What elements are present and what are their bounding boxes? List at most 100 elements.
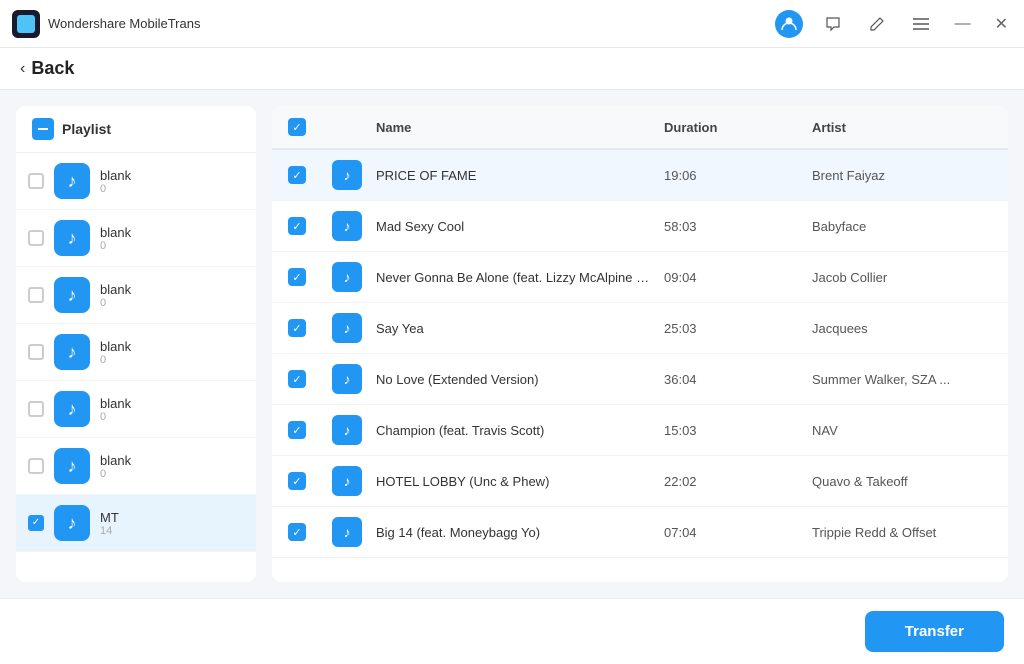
sidebar-item[interactable]: ♪ MT 14 (16, 495, 256, 552)
music-note-icon: ♪ (68, 171, 77, 192)
track-header: Name Duration Artist (272, 106, 1008, 150)
app-icon (12, 10, 40, 38)
track-list: ♪ PRICE OF FAME 19:06 Brent Faiyaz ♪ Mad… (272, 150, 1008, 582)
track-name: Mad Sexy Cool (376, 219, 656, 234)
edit-button[interactable] (863, 10, 891, 38)
track-icon: ♪ (332, 313, 362, 343)
title-bar-controls: — ✕ (775, 10, 1012, 38)
col-duration: Duration (664, 120, 804, 135)
transfer-button[interactable]: Transfer (865, 611, 1004, 652)
track-checkbox[interactable] (288, 523, 306, 541)
track-row[interactable]: ♪ No Love (Extended Version) 36:04 Summe… (272, 354, 1008, 405)
sidebar-item-name: MT (100, 510, 244, 525)
back-label[interactable]: Back (31, 58, 74, 79)
sidebar-item-count: 0 (100, 468, 244, 480)
menu-button[interactable] (907, 10, 935, 38)
track-duration: 19:06 (664, 168, 804, 183)
sidebar-item-count: 0 (100, 240, 244, 252)
sidebar-item-info: blank 0 (100, 225, 244, 252)
sidebar-item-icon: ♪ (54, 163, 90, 199)
track-checkbox[interactable] (288, 472, 306, 490)
track-artist: Summer Walker, SZA ... (812, 372, 992, 387)
track-icon: ♪ (332, 160, 362, 190)
music-note-icon: ♪ (344, 524, 351, 540)
sidebar-item-checkbox[interactable] (28, 344, 44, 360)
track-checkbox[interactable] (288, 268, 306, 286)
header-check-all[interactable] (288, 118, 306, 136)
sidebar-item-checkbox[interactable] (28, 287, 44, 303)
app-title: Wondershare MobileTrans (48, 16, 200, 31)
minimize-button[interactable]: — (951, 11, 975, 37)
track-row[interactable]: ♪ Big 14 (feat. Moneybagg Yo) 07:04 Trip… (272, 507, 1008, 558)
track-duration: 09:04 (664, 270, 804, 285)
sidebar-item-name: blank (100, 168, 244, 183)
track-checkbox[interactable] (288, 319, 306, 337)
sidebar-item-info: blank 0 (100, 168, 244, 195)
track-name: Big 14 (feat. Moneybagg Yo) (376, 525, 656, 540)
sidebar-header: Playlist (16, 106, 256, 153)
music-note-icon: ♪ (68, 456, 77, 477)
track-artist: Jacob Collier (812, 270, 992, 285)
sidebar-item[interactable]: ♪ blank 0 (16, 381, 256, 438)
sidebar-item-name: blank (100, 339, 244, 354)
music-note-icon: ♪ (68, 285, 77, 306)
back-arrow-icon[interactable]: ‹ (20, 60, 25, 78)
sidebar: Playlist ♪ blank 0 ♪ blank 0 ♪ blank 0 (16, 106, 256, 582)
track-icon: ♪ (332, 262, 362, 292)
sidebar-item-name: blank (100, 396, 244, 411)
track-artist: NAV (812, 423, 992, 438)
sidebar-item-count: 14 (100, 525, 244, 537)
minus-icon (38, 128, 48, 130)
title-bar: Wondershare MobileTrans — ✕ (0, 0, 1024, 48)
music-note-icon: ♪ (344, 320, 351, 336)
track-icon: ♪ (332, 415, 362, 445)
close-button[interactable]: ✕ (991, 10, 1012, 38)
track-checkbox[interactable] (288, 421, 306, 439)
track-checkbox[interactable] (288, 217, 306, 235)
track-row[interactable]: ♪ Mad Sexy Cool 58:03 Babyface (272, 201, 1008, 252)
sidebar-item[interactable]: ♪ blank 0 (16, 153, 256, 210)
sidebar-item-info: blank 0 (100, 339, 244, 366)
sidebar-item-name: blank (100, 225, 244, 240)
sidebar-item-checkbox[interactable] (28, 458, 44, 474)
sidebar-item[interactable]: ♪ blank 0 (16, 438, 256, 495)
sidebar-item-info: blank 0 (100, 396, 244, 423)
sidebar-item[interactable]: ♪ blank 0 (16, 324, 256, 381)
track-row[interactable]: ♪ Champion (feat. Travis Scott) 15:03 NA… (272, 405, 1008, 456)
sidebar-item-icon: ♪ (54, 334, 90, 370)
track-row[interactable]: ♪ PRICE OF FAME 19:06 Brent Faiyaz (272, 150, 1008, 201)
playlist-header-icon (32, 118, 54, 140)
col-artist: Artist (812, 120, 992, 135)
sidebar-item-checkbox[interactable] (28, 401, 44, 417)
track-name: Say Yea (376, 321, 656, 336)
track-artist: Trippie Redd & Offset (812, 525, 992, 540)
track-panel: Name Duration Artist ♪ PRICE OF FAME 19:… (272, 106, 1008, 582)
sidebar-item-checkbox[interactable] (28, 515, 44, 531)
sidebar-item[interactable]: ♪ blank 0 (16, 267, 256, 324)
track-icon: ♪ (332, 211, 362, 241)
track-name: PRICE OF FAME (376, 168, 656, 183)
track-checkbox[interactable] (288, 166, 306, 184)
sidebar-item-checkbox[interactable] (28, 230, 44, 246)
track-name: No Love (Extended Version) (376, 372, 656, 387)
track-row[interactable]: ♪ HOTEL LOBBY (Unc & Phew) 22:02 Quavo &… (272, 456, 1008, 507)
track-artist: Brent Faiyaz (812, 168, 992, 183)
track-name: HOTEL LOBBY (Unc & Phew) (376, 474, 656, 489)
sidebar-item[interactable]: ♪ blank 0 (16, 210, 256, 267)
track-checkbox[interactable] (288, 370, 306, 388)
sidebar-item-checkbox[interactable] (28, 173, 44, 189)
music-note-icon: ♪ (344, 473, 351, 489)
sidebar-header-label: Playlist (62, 121, 111, 137)
sidebar-item-count: 0 (100, 183, 244, 195)
track-row[interactable]: ♪ Say Yea 25:03 Jacquees (272, 303, 1008, 354)
sidebar-item-icon: ♪ (54, 277, 90, 313)
track-icon: ♪ (332, 364, 362, 394)
chat-button[interactable] (819, 10, 847, 38)
track-row[interactable]: ♪ Never Gonna Be Alone (feat. Lizzy McAl… (272, 252, 1008, 303)
col-name: Name (376, 120, 656, 135)
track-name: Never Gonna Be Alone (feat. Lizzy McAlpi… (376, 270, 656, 285)
track-duration: 58:03 (664, 219, 804, 234)
sidebar-item-name: blank (100, 282, 244, 297)
sidebar-item-info: blank 0 (100, 453, 244, 480)
avatar-button[interactable] (775, 10, 803, 38)
